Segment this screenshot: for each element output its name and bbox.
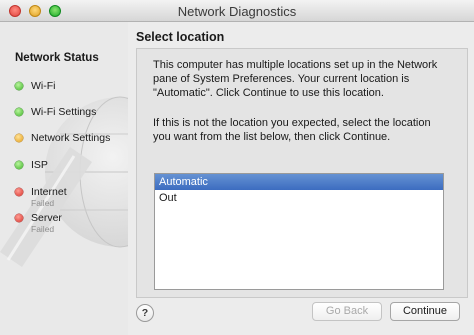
continue-button[interactable]: Continue [390,302,460,321]
go-back-button[interactable]: Go Back [312,302,382,321]
network-status-heading: Network Status [15,52,99,64]
explanation-text: This computer has multiple locations set… [153,59,438,99]
status-green-icon [15,161,23,169]
main-panel: Select location This computer has multip… [128,22,474,335]
page-title: Select location [136,30,225,44]
status-label: Server [31,212,62,224]
instruction-text: If this is not the location you expected… [153,117,431,143]
sidebar: Network Status Wi-Fi Wi-Fi Settings Netw… [0,22,128,335]
status-red-icon [15,214,23,222]
status-green-icon [15,82,23,90]
status-label: Wi-Fi Settings [31,106,97,118]
status-red-icon [15,188,23,196]
help-button[interactable]: ? [136,304,154,322]
status-label: Internet [31,186,67,198]
location-item-out[interactable]: Out [155,190,443,206]
status-sublabel: Failed [31,198,55,208]
status-label: Wi-Fi [31,80,56,92]
content-box: This computer has multiple locations set… [136,48,468,298]
window-title: Network Diagnostics [177,4,297,19]
network-diagnostics-window: Network Diagnostics Network Status Wi-Fi [0,0,474,335]
status-label: ISP [31,159,48,171]
status-green-icon [15,108,23,116]
location-list[interactable]: Automatic Out [154,173,444,290]
network-globe-illustration [0,96,128,267]
location-item-automatic[interactable]: Automatic [155,174,443,190]
status-label: Network Settings [31,132,111,144]
status-yellow-icon [15,134,23,142]
title-bar[interactable]: Network Diagnostics [0,0,474,22]
status-sublabel: Failed [31,224,55,234]
